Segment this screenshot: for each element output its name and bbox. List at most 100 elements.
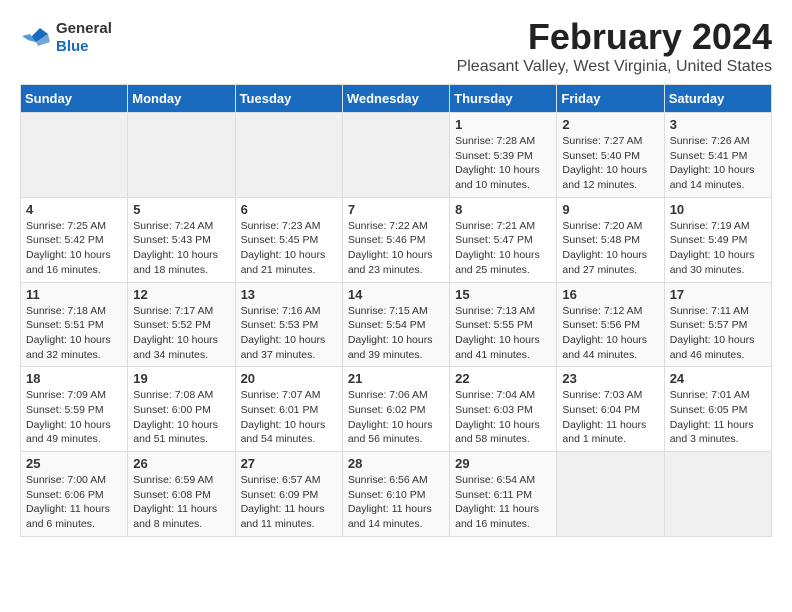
calendar-cell: 13Sunrise: 7:16 AM Sunset: 5:53 PM Dayli… bbox=[235, 282, 342, 367]
day-number: 20 bbox=[241, 371, 337, 386]
calendar-cell: 4Sunrise: 7:25 AM Sunset: 5:42 PM Daylig… bbox=[21, 197, 128, 282]
calendar-cell: 18 Sunrise: 7:09 AM Sunset: 5:59 PM Dayli… bbox=[21, 367, 128, 452]
page-header: February 2024 Pleasant Valley, West Virg… bbox=[20, 16, 772, 76]
calendar-cell: 11 Sunrise: 7:18 AM Sunset: 5:51 PM Dayli… bbox=[21, 282, 128, 367]
day-number: 6 bbox=[241, 202, 337, 217]
day-number: 5 bbox=[133, 202, 229, 217]
day-detail: Sunrise: 6:57 AM Sunset: 6:09 PM Dayligh… bbox=[241, 473, 337, 532]
day-detail: Sunrise: 7:21 AM Sunset: 5:47 PM Dayligh… bbox=[455, 219, 551, 278]
day-detail: Sunrise: 7:09 AM Sunset: 5:59 PM Dayligh… bbox=[26, 388, 122, 447]
day-detail: Sunrise: 7:19 AM Sunset: 5:49 PM Dayligh… bbox=[670, 219, 766, 278]
day-detail: Sunrise: 7:15 AM Sunset: 5:54 PM Dayligh… bbox=[348, 304, 444, 363]
day-number: 2 bbox=[562, 117, 658, 132]
day-number: 23 bbox=[562, 371, 658, 386]
calendar-cell: 29 Sunrise: 6:54 AM Sunset: 6:11 PM Dayli… bbox=[450, 452, 557, 537]
day-number: 29 bbox=[455, 456, 551, 471]
day-number: 15 bbox=[455, 287, 551, 302]
day-number: 1 bbox=[455, 117, 551, 132]
calendar-cell bbox=[557, 452, 664, 537]
day-detail: Sunrise: 7:11 AM Sunset: 5:57 PM Dayligh… bbox=[670, 304, 766, 363]
calendar-cell: 16Sunrise: 7:12 AM Sunset: 5:56 PM Dayli… bbox=[557, 282, 664, 367]
day-number: 7 bbox=[348, 202, 444, 217]
day-detail: Sunrise: 6:59 AM Sunset: 6:08 PM Dayligh… bbox=[133, 473, 229, 532]
calendar-cell bbox=[664, 452, 771, 537]
day-detail: Sunrise: 6:56 AM Sunset: 6:10 PM Dayligh… bbox=[348, 473, 444, 532]
calendar-cell: 8 Sunrise: 7:21 AM Sunset: 5:47 PM Daylig… bbox=[450, 197, 557, 282]
calendar-cell: 5 Sunrise: 7:24 AM Sunset: 5:43 PM Daylig… bbox=[128, 197, 235, 282]
day-number: 25 bbox=[26, 456, 122, 471]
calendar-cell: 3 Sunrise: 7:26 AM Sunset: 5:41 PM Daylig… bbox=[664, 113, 771, 198]
header-cell-friday: Friday bbox=[557, 85, 664, 113]
calendar-cell: 21 Sunrise: 7:06 AM Sunset: 6:02 PM Dayli… bbox=[342, 367, 449, 452]
day-number: 9 bbox=[562, 202, 658, 217]
day-detail: Sunrise: 7:18 AM Sunset: 5:51 PM Dayligh… bbox=[26, 304, 122, 363]
day-detail: Sunrise: 7:00 AM Sunset: 6:06 PM Dayligh… bbox=[26, 473, 122, 532]
day-number: 28 bbox=[348, 456, 444, 471]
calendar-cell: 12Sunrise: 7:17 AM Sunset: 5:52 PM Dayli… bbox=[128, 282, 235, 367]
day-detail: Sunrise: 7:01 AM Sunset: 6:05 PM Dayligh… bbox=[670, 388, 766, 447]
header-cell-saturday: Saturday bbox=[664, 85, 771, 113]
day-number: 22 bbox=[455, 371, 551, 386]
day-detail: Sunrise: 7:25 AM Sunset: 5:42 PM Dayligh… bbox=[26, 219, 122, 278]
logo-icon bbox=[20, 20, 52, 56]
calendar-cell: 25 Sunrise: 7:00 AM Sunset: 6:06 PM Dayli… bbox=[21, 452, 128, 537]
day-detail: Sunrise: 7:17 AM Sunset: 5:52 PM Dayligh… bbox=[133, 304, 229, 363]
calendar-cell: 28 Sunrise: 6:56 AM Sunset: 6:10 PM Dayli… bbox=[342, 452, 449, 537]
day-detail: Sunrise: 7:24 AM Sunset: 5:43 PM Dayligh… bbox=[133, 219, 229, 278]
calendar-cell: 26 Sunrise: 6:59 AM Sunset: 6:08 PM Dayli… bbox=[128, 452, 235, 537]
header-cell-sunday: Sunday bbox=[21, 85, 128, 113]
day-number: 10 bbox=[670, 202, 766, 217]
day-detail: Sunrise: 7:08 AM Sunset: 6:00 PM Dayligh… bbox=[133, 388, 229, 447]
header-row: SundayMondayTuesdayWednesdayThursdayFrid… bbox=[21, 85, 772, 113]
day-detail: Sunrise: 7:13 AM Sunset: 5:55 PM Dayligh… bbox=[455, 304, 551, 363]
day-number: 19 bbox=[133, 371, 229, 386]
calendar-row: 25 Sunrise: 7:00 AM Sunset: 6:06 PM Dayli… bbox=[21, 452, 772, 537]
calendar-cell: 14Sunrise: 7:15 AM Sunset: 5:54 PM Dayli… bbox=[342, 282, 449, 367]
day-number: 11 bbox=[26, 287, 122, 302]
header-cell-wednesday: Wednesday bbox=[342, 85, 449, 113]
day-detail: Sunrise: 7:07 AM Sunset: 6:01 PM Dayligh… bbox=[241, 388, 337, 447]
day-number: 27 bbox=[241, 456, 337, 471]
day-detail: Sunrise: 7:27 AM Sunset: 5:40 PM Dayligh… bbox=[562, 134, 658, 193]
calendar-cell bbox=[342, 113, 449, 198]
calendar-row: 4Sunrise: 7:25 AM Sunset: 5:42 PM Daylig… bbox=[21, 197, 772, 282]
day-detail: Sunrise: 7:04 AM Sunset: 6:03 PM Dayligh… bbox=[455, 388, 551, 447]
day-detail: Sunrise: 7:20 AM Sunset: 5:48 PM Dayligh… bbox=[562, 219, 658, 278]
calendar-cell: 20 Sunrise: 7:07 AM Sunset: 6:01 PM Dayli… bbox=[235, 367, 342, 452]
logo-blue: Blue bbox=[56, 38, 89, 55]
calendar-body: 1Sunrise: 7:28 AM Sunset: 5:39 PM Daylig… bbox=[21, 113, 772, 537]
header-cell-monday: Monday bbox=[128, 85, 235, 113]
day-number: 3 bbox=[670, 117, 766, 132]
calendar-row: 1Sunrise: 7:28 AM Sunset: 5:39 PM Daylig… bbox=[21, 113, 772, 198]
day-number: 24 bbox=[670, 371, 766, 386]
calendar-header: SundayMondayTuesdayWednesdayThursdayFrid… bbox=[21, 85, 772, 113]
logo-general: General bbox=[56, 20, 112, 37]
day-number: 18 bbox=[26, 371, 122, 386]
calendar-cell: 27 Sunrise: 6:57 AM Sunset: 6:09 PM Dayli… bbox=[235, 452, 342, 537]
calendar-cell: 7 Sunrise: 7:22 AM Sunset: 5:46 PM Daylig… bbox=[342, 197, 449, 282]
calendar-row: 11 Sunrise: 7:18 AM Sunset: 5:51 PM Dayli… bbox=[21, 282, 772, 367]
calendar-cell: 1Sunrise: 7:28 AM Sunset: 5:39 PM Daylig… bbox=[450, 113, 557, 198]
day-detail: Sunrise: 6:54 AM Sunset: 6:11 PM Dayligh… bbox=[455, 473, 551, 532]
day-detail: Sunrise: 7:06 AM Sunset: 6:02 PM Dayligh… bbox=[348, 388, 444, 447]
header-cell-thursday: Thursday bbox=[450, 85, 557, 113]
calendar-cell bbox=[235, 113, 342, 198]
day-detail: Sunrise: 7:03 AM Sunset: 6:04 PM Dayligh… bbox=[562, 388, 658, 447]
logo: General Blue bbox=[20, 20, 112, 56]
day-detail: Sunrise: 7:22 AM Sunset: 5:46 PM Dayligh… bbox=[348, 219, 444, 278]
day-detail: Sunrise: 7:26 AM Sunset: 5:41 PM Dayligh… bbox=[670, 134, 766, 193]
day-detail: Sunrise: 7:23 AM Sunset: 5:45 PM Dayligh… bbox=[241, 219, 337, 278]
calendar-cell: 24 Sunrise: 7:01 AM Sunset: 6:05 PM Dayli… bbox=[664, 367, 771, 452]
calendar-cell: 6 Sunrise: 7:23 AM Sunset: 5:45 PM Daylig… bbox=[235, 197, 342, 282]
header-cell-tuesday: Tuesday bbox=[235, 85, 342, 113]
page-subtitle: Pleasant Valley, West Virginia, United S… bbox=[20, 58, 772, 76]
day-number: 8 bbox=[455, 202, 551, 217]
day-number: 17 bbox=[670, 287, 766, 302]
calendar-cell: 10 Sunrise: 7:19 AM Sunset: 5:49 PM Dayli… bbox=[664, 197, 771, 282]
calendar-cell: 23 Sunrise: 7:03 AM Sunset: 6:04 PM Dayli… bbox=[557, 367, 664, 452]
day-detail: Sunrise: 7:12 AM Sunset: 5:56 PM Dayligh… bbox=[562, 304, 658, 363]
calendar-cell: 15 Sunrise: 7:13 AM Sunset: 5:55 PM Dayli… bbox=[450, 282, 557, 367]
day-number: 21 bbox=[348, 371, 444, 386]
calendar-cell bbox=[21, 113, 128, 198]
day-number: 26 bbox=[133, 456, 229, 471]
